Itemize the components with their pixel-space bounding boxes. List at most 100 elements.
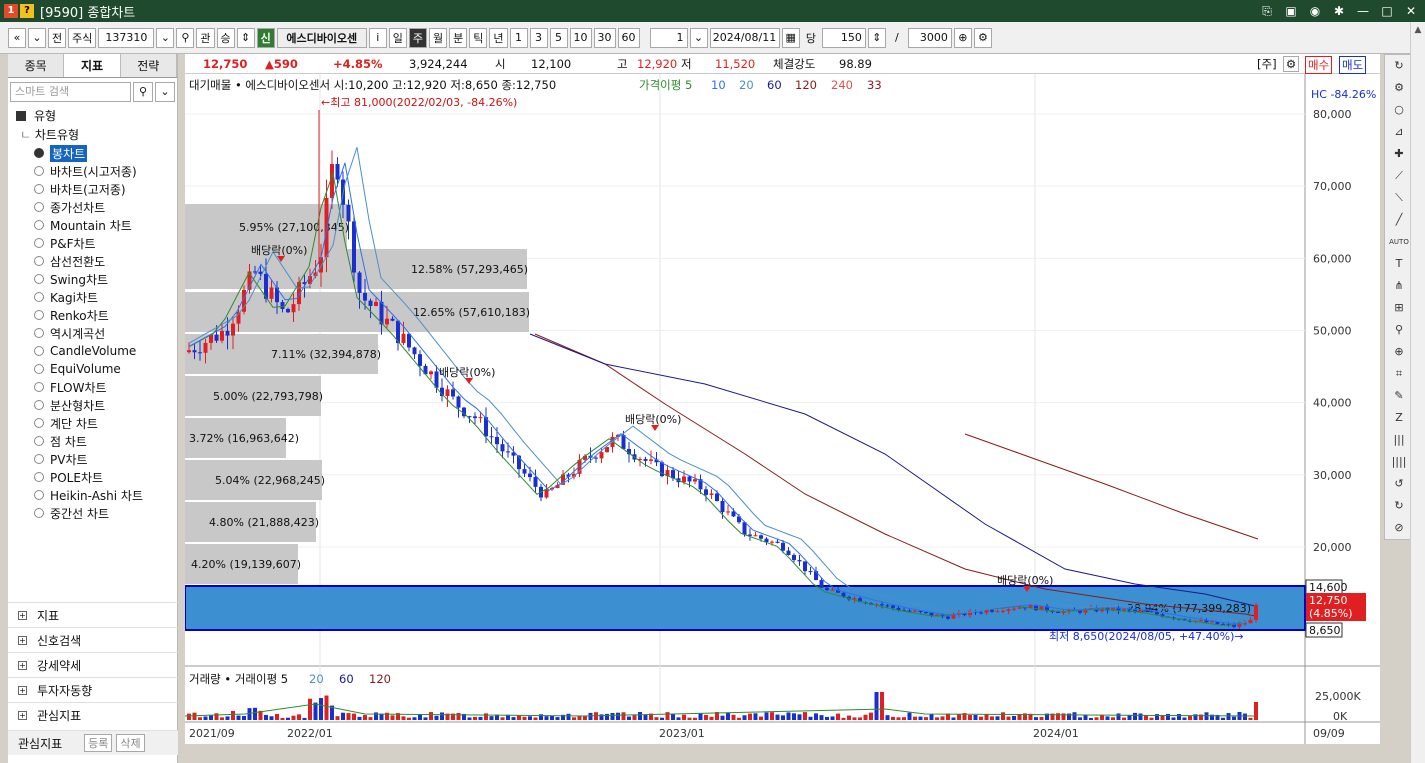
radio-icon[interactable] xyxy=(34,508,44,518)
zoom-in-icon[interactable]: ⊕ xyxy=(1385,341,1413,363)
chart-type-10[interactable]: 역시계곡선 xyxy=(8,324,177,342)
bars-input[interactable]: 150 xyxy=(821,27,866,48)
info-icon[interactable]: i xyxy=(368,27,387,48)
minimize-icon[interactable]: — xyxy=(1355,3,1371,19)
period-year[interactable]: 년 xyxy=(489,27,508,48)
search-icon[interactable]: ⚲ xyxy=(176,27,195,48)
nav-all-button[interactable]: 전 xyxy=(48,27,67,48)
subsection-chart-type[interactable]: ㄴ 차트유형 xyxy=(8,126,177,144)
chart-type-14[interactable]: 분산형차트 xyxy=(8,396,177,414)
grid-icon[interactable]: ⊞ xyxy=(1385,297,1413,319)
magnet-icon[interactable]: ⌗ xyxy=(1385,363,1413,385)
chart-type-9[interactable]: Renko차트 xyxy=(8,306,177,324)
chart-type-5[interactable]: P&F차트 xyxy=(8,234,177,252)
chart-type-18[interactable]: POLE차트 xyxy=(8,468,177,486)
buy-button[interactable]: 매수 xyxy=(1305,56,1333,74)
tab-indicator[interactable]: 지표 xyxy=(64,54,121,77)
gear-icon[interactable]: ⚙ xyxy=(1385,77,1413,99)
radio-icon[interactable] xyxy=(34,418,44,428)
section-type[interactable]: 유형 xyxy=(8,106,177,126)
z-icon[interactable]: Z xyxy=(1385,407,1413,429)
radio-icon[interactable] xyxy=(34,292,44,302)
text-icon[interactable]: T xyxy=(1385,253,1413,275)
total-input[interactable]: 3000 xyxy=(907,27,952,48)
chart-type-11[interactable]: CandleVolume xyxy=(8,342,177,360)
chart-type-15[interactable]: 계단 차트 xyxy=(8,414,177,432)
camera-icon[interactable]: ◉ xyxy=(1307,3,1323,19)
interval-30[interactable]: 30 xyxy=(593,27,616,48)
chevron-down-icon[interactable]: ⌄ xyxy=(155,82,175,102)
chart-type-17[interactable]: PV차트 xyxy=(8,450,177,468)
date-input[interactable]: 2024/08/11 xyxy=(709,27,780,48)
scroll-up-icon[interactable]: ▲ xyxy=(1411,22,1425,38)
settings-icon[interactable]: ✱ xyxy=(1331,3,1347,19)
interval-60[interactable]: 60 xyxy=(617,27,640,48)
bars-stepper[interactable]: ⇕ xyxy=(867,27,886,48)
interval-5[interactable]: 5 xyxy=(549,27,568,48)
stock-type-select[interactable]: 주식 xyxy=(68,27,97,48)
undo-icon[interactable]: ↺ xyxy=(1385,473,1413,495)
code-dropdown-icon[interactable]: ⌄ xyxy=(156,27,175,48)
radio-icon[interactable] xyxy=(34,382,44,392)
chart-type-8[interactable]: Kagi차트 xyxy=(8,288,177,306)
fork-icon[interactable]: ⋔ xyxy=(1385,275,1413,297)
tab-stock[interactable]: 종목 xyxy=(8,54,65,77)
redo-icon[interactable]: ↻ xyxy=(1385,495,1413,517)
interval-3[interactable]: 3 xyxy=(529,27,548,48)
delete-button[interactable]: 삭제 xyxy=(116,734,145,752)
radio-icon[interactable] xyxy=(34,490,44,500)
count-input[interactable]: 1 xyxy=(649,27,688,48)
refresh-icon[interactable]: ↻ xyxy=(1385,55,1413,77)
period-day[interactable]: 일 xyxy=(388,27,407,48)
radio-icon[interactable] xyxy=(34,436,44,446)
updown-stepper[interactable]: ⇕ xyxy=(236,27,255,48)
interval-10[interactable]: 10 xyxy=(569,27,592,48)
period-week[interactable]: 주 xyxy=(408,27,427,48)
close-icon[interactable]: ✕ xyxy=(1403,3,1419,19)
chart-type-4[interactable]: Mountain 차트 xyxy=(8,216,177,234)
radio-icon[interactable] xyxy=(34,310,44,320)
interval-1[interactable]: 1 xyxy=(509,27,528,48)
radio-icon[interactable] xyxy=(34,346,44,356)
radio-icon[interactable] xyxy=(34,472,44,482)
search-icon[interactable]: ⚲ xyxy=(133,82,153,102)
auto-icon[interactable]: AUTO xyxy=(1385,231,1413,253)
price-chart[interactable]: 80,000 70,000 60,000 50,000 40,000 30,000 20,0… xyxy=(184,74,1380,744)
period-tick[interactable]: 틱 xyxy=(469,27,488,48)
code-input[interactable]: 137310 xyxy=(98,27,155,48)
circle-tool-icon[interactable]: ○ xyxy=(1385,99,1413,121)
section-indicator[interactable]: + 지표 xyxy=(8,602,178,627)
radio-icon[interactable] xyxy=(34,328,44,338)
section-signal-search[interactable]: + 신호검색 xyxy=(8,627,178,652)
help-icon[interactable]: ? xyxy=(20,4,34,18)
radio-icon[interactable] xyxy=(34,454,44,464)
chart-type-20[interactable]: 중간선 차트 xyxy=(8,504,177,522)
chart-type-16[interactable]: 점 차트 xyxy=(8,432,177,450)
smart-search-input[interactable]: 스마트 검색 xyxy=(10,82,131,102)
lookup-button[interactable]: 관 xyxy=(196,27,215,48)
section-investor[interactable]: + 투자자동향 xyxy=(8,677,178,702)
chart-type-6[interactable]: 삼선전환도 xyxy=(8,252,177,270)
trendline-icon[interactable]: ╱ xyxy=(1385,209,1413,231)
radio-icon[interactable] xyxy=(34,166,44,176)
chart-type-1[interactable]: 바차트(시고저종) xyxy=(8,162,177,180)
chart-tool-icon[interactable]: ⊿ xyxy=(1385,121,1413,143)
nav-dropdown-button[interactable]: ⌄ xyxy=(28,27,46,48)
radio-icon[interactable] xyxy=(34,400,44,410)
zoom-plus-icon[interactable]: ⊕ xyxy=(953,27,972,48)
radio-icon[interactable] xyxy=(34,274,44,284)
zoom-icon[interactable]: ⚲ xyxy=(1385,319,1413,341)
vertical-scrollbar[interactable]: ▲ xyxy=(1410,22,1425,763)
count-dropdown-icon[interactable]: ⌄ xyxy=(689,27,708,48)
section-fav-indicator[interactable]: + 관심지표 xyxy=(8,702,178,727)
pin-icon[interactable]: ▣ xyxy=(1283,3,1299,19)
line-icon[interactable]: ⟍ xyxy=(1385,187,1413,209)
draw-icon[interactable]: ✎ xyxy=(1385,385,1413,407)
tab-strategy[interactable]: 전략 xyxy=(120,54,177,77)
gear-icon[interactable]: ⚙ xyxy=(1283,56,1299,72)
bars2-icon[interactable]: |||| xyxy=(1385,451,1413,473)
period-month[interactable]: 월 xyxy=(429,27,448,48)
chart-type-13[interactable]: FLOW차트 xyxy=(8,378,177,396)
approve-button[interactable]: 승 xyxy=(216,27,235,48)
bars-icon[interactable]: ||| xyxy=(1385,429,1413,451)
